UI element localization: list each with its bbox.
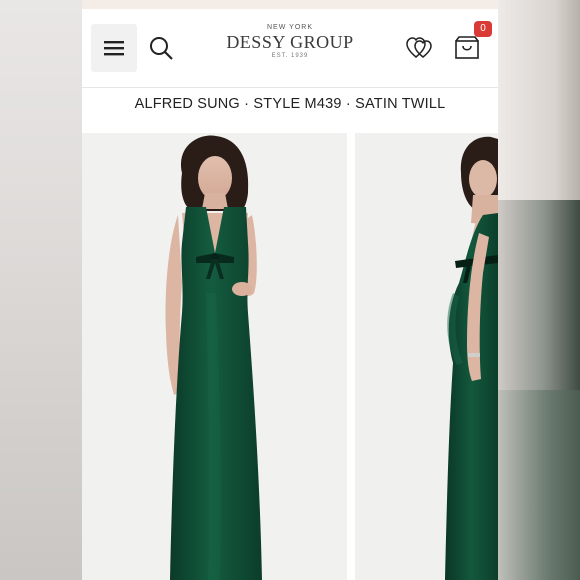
hamburger-menu-icon xyxy=(104,41,124,56)
menu-button[interactable] xyxy=(91,24,137,72)
search-button[interactable] xyxy=(146,32,176,64)
product-page: NEW YORK DESSY GROUP EST. 1939 0 ALFRED … xyxy=(82,0,498,580)
product-image-side[interactable] xyxy=(355,133,498,580)
product-title: ALFRED SUNG · STYLE M439 · SATIN TWILL xyxy=(134,96,446,112)
cart-count-badge: 0 xyxy=(474,21,492,37)
logo-location: NEW YORK xyxy=(267,24,313,31)
background-blur-left xyxy=(0,0,82,580)
wishlist-button[interactable] xyxy=(405,33,435,63)
top-banner-strip xyxy=(82,0,498,9)
logo-name: DESSY GROUP xyxy=(226,32,354,52)
background-blur-right-top xyxy=(498,0,580,200)
site-header: NEW YORK DESSY GROUP EST. 1939 0 xyxy=(82,9,498,87)
double-heart-icon xyxy=(406,37,432,58)
shopping-bag-icon xyxy=(455,36,479,59)
search-icon xyxy=(150,37,173,60)
background-blur-right-bottom xyxy=(498,390,580,580)
brand-logo[interactable]: NEW YORK DESSY GROUP EST. 1939 xyxy=(220,23,360,73)
product-image-front[interactable] xyxy=(82,133,347,580)
logo-established: EST. 1939 xyxy=(271,53,309,59)
